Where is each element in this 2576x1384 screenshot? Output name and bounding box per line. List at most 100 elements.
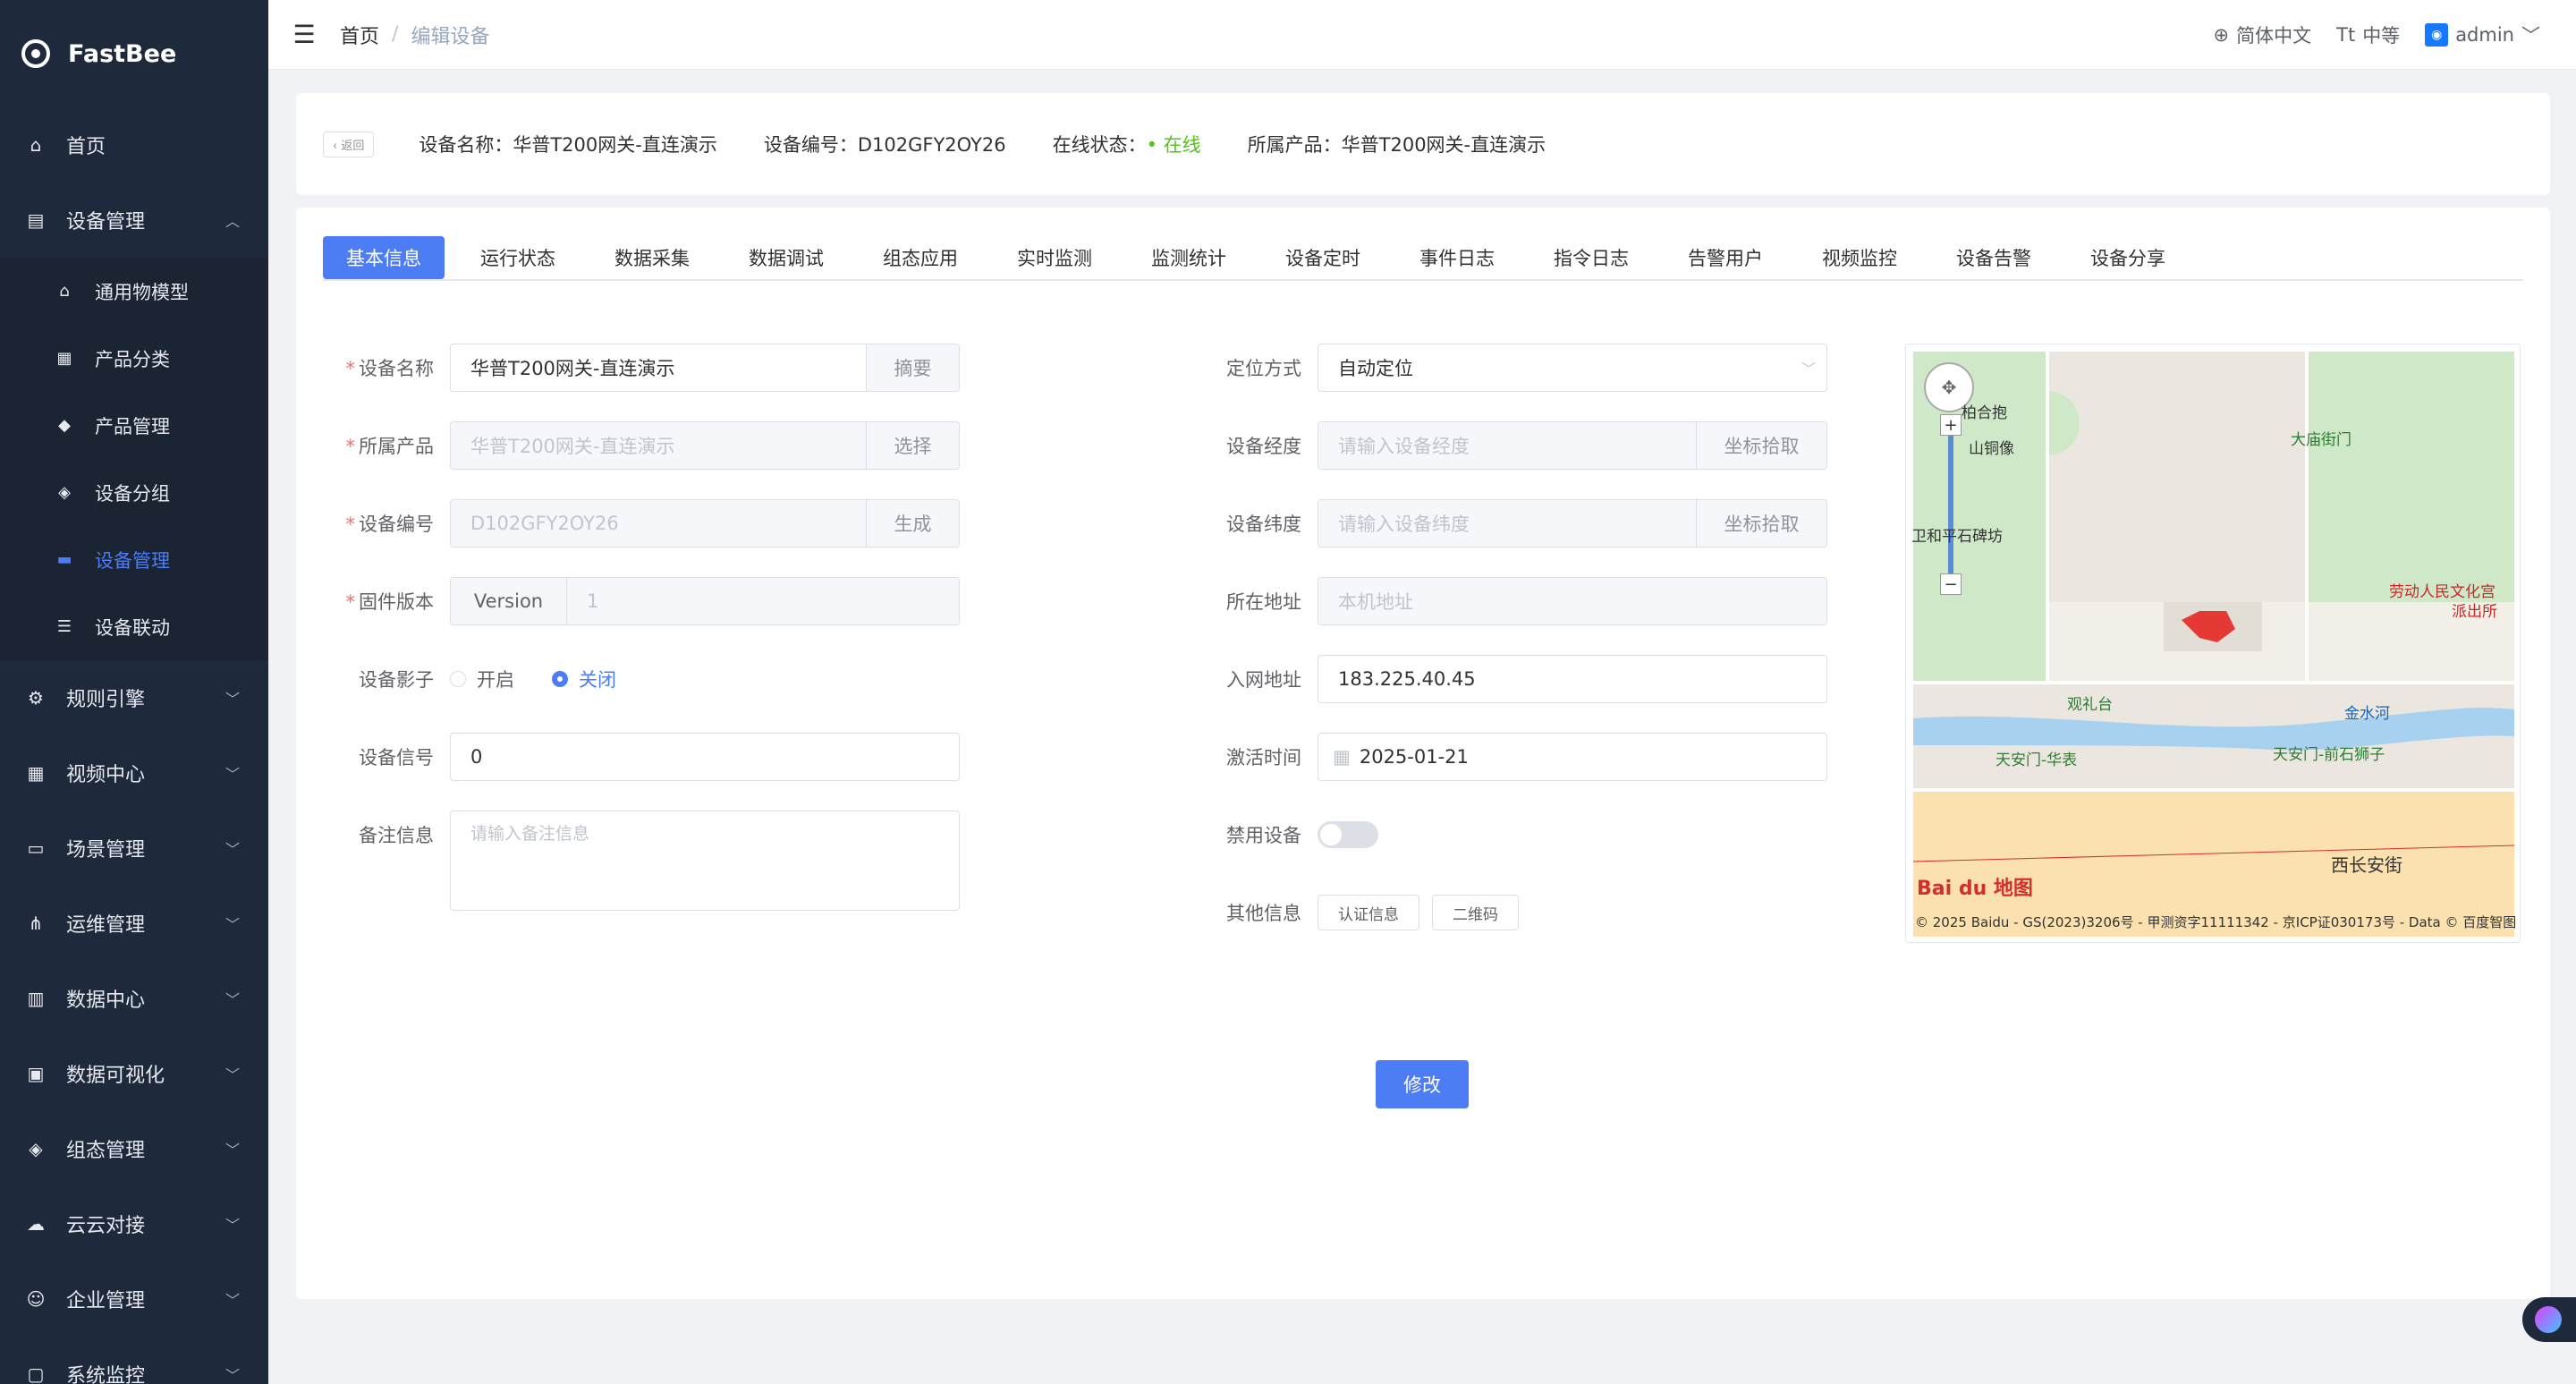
- tab-data-debug[interactable]: 数据调试: [725, 236, 847, 279]
- chevron-down-icon: ﹀: [225, 916, 240, 933]
- auth-info-button[interactable]: 认证信息: [1318, 895, 1419, 930]
- tab-realtime-monitor[interactable]: 实时监测: [994, 236, 1115, 279]
- tab-device-alert[interactable]: 设备告警: [1933, 236, 2055, 279]
- device-code-label: * 设备编号: [345, 514, 435, 535]
- sidebar-item-scene-management[interactable]: ▭ 场景管理 ﹀: [0, 811, 268, 886]
- map-zoom-in-button[interactable]: +: [1940, 414, 1962, 436]
- sidebar-item-video-center[interactable]: ▦ 视频中心 ﹀: [0, 735, 268, 811]
- sidebar-item-label: 运维管理: [66, 914, 146, 937]
- chevron-down-icon: ﹀: [225, 1066, 240, 1083]
- map-zoom-slider[interactable]: [1948, 421, 1953, 573]
- language-switcher[interactable]: ⊕ 简体中文: [2214, 21, 2312, 48]
- network-addr-label: 入网地址: [1226, 669, 1301, 691]
- tab-device-share[interactable]: 设备分享: [2067, 236, 2189, 279]
- row-locate-mode: 定位方式 自动定位 ﹀: [1191, 344, 1827, 392]
- network-addr-input[interactable]: 183.225.40.45: [1318, 656, 1826, 702]
- back-button[interactable]: ‹ 返回: [323, 131, 375, 157]
- signal-input[interactable]: 0: [451, 734, 959, 780]
- app-logo[interactable]: FastBee: [0, 0, 268, 107]
- chevron-down-icon: ﹀: [225, 691, 240, 708]
- sidebar-subitem-product-category[interactable]: ▦ 产品分类: [0, 325, 268, 392]
- firmware-label: * 固件版本: [345, 591, 435, 613]
- row-longitude: 设备经度 请输入设备经度 坐标拾取: [1191, 421, 1827, 470]
- sidebar-subitem-product-management[interactable]: ◆ 产品管理: [0, 392, 268, 459]
- breadcrumb-current: 编辑设备: [411, 25, 490, 48]
- menu-toggle-icon[interactable]: ☰: [268, 20, 340, 49]
- breadcrumb-home[interactable]: 首页: [340, 21, 379, 49]
- address-label: 所在地址: [1226, 591, 1301, 613]
- device-code-input: D102GFY2OY26: [451, 500, 866, 547]
- shadow-on-radio[interactable]: 开启: [450, 666, 514, 692]
- tab-alert-users[interactable]: 告警用户: [1665, 236, 1786, 279]
- sidebar-item-data-center[interactable]: ▥ 数据中心 ﹀: [0, 961, 268, 1036]
- tab-device-timer[interactable]: 设备定时: [1262, 236, 1384, 279]
- device-name-field: 华普T200网关-直连演示 摘要: [450, 344, 960, 392]
- qrcode-button[interactable]: 二维码: [1432, 895, 1519, 930]
- disable-switch[interactable]: [1318, 821, 1378, 848]
- map-copyright: © 2025 Baidu - GS(2023)3206号 - 甲测资字11111…: [1915, 914, 2517, 930]
- tab-command-log[interactable]: 指令日志: [1530, 236, 1652, 279]
- remark-textarea[interactable]: 请输入备注信息: [450, 811, 960, 911]
- model-icon: ⌂: [59, 282, 70, 301]
- pick-latitude-button[interactable]: 坐标拾取: [1696, 500, 1826, 547]
- user-menu[interactable]: ◉ admin ﹀: [2425, 21, 2540, 48]
- sidebar-item-system-monitor[interactable]: ▢ 系统监控 ﹀: [0, 1337, 268, 1384]
- sidebar-item-data-visualization[interactable]: ▣ 数据可视化 ﹀: [0, 1036, 268, 1111]
- locate-mode-select[interactable]: 自动定位 ﹀: [1318, 344, 1827, 392]
- summary-button[interactable]: 摘要: [866, 344, 959, 391]
- locate-mode-value: 自动定位: [1338, 358, 1413, 379]
- sidebar-item-label: 企业管理: [66, 1290, 146, 1312]
- baidu-map-logo: Bai du 地图: [1917, 878, 2033, 900]
- location-map[interactable]: ✥ + − 柏合抱 山铜像 大庙街门 卫和平石碑坊 劳动人民文化宫 派出所 观礼…: [1905, 344, 2521, 943]
- select-product-button[interactable]: 选择: [866, 422, 959, 469]
- pick-longitude-button[interactable]: 坐标拾取: [1696, 422, 1826, 469]
- row-remark: 备注信息 请输入备注信息: [323, 811, 960, 911]
- device-manage-icon: ▬: [56, 550, 72, 569]
- map-zoom-out-button[interactable]: −: [1940, 573, 1962, 595]
- row-other-info: 其他信息 认证信息 二维码: [1191, 888, 1531, 937]
- tab-video-monitor[interactable]: 视频监控: [1799, 236, 1920, 279]
- network-addr-field: 183.225.40.45: [1318, 655, 1827, 703]
- ai-assistant-button[interactable]: [2522, 1297, 2576, 1342]
- generate-code-button[interactable]: 生成: [866, 500, 959, 547]
- latitude-input: 请输入设备纬度: [1318, 500, 1696, 547]
- map-label: 卫和平石碑坊: [1911, 528, 2003, 546]
- firmware-field: Version 1: [450, 577, 960, 625]
- sidebar-item-config-management[interactable]: ◈ 组态管理 ﹀: [0, 1111, 268, 1186]
- tab-config-app[interactable]: 组态应用: [860, 236, 981, 279]
- linkage-icon: ☰: [56, 617, 72, 636]
- sidebar-item-ops-management[interactable]: ⋔ 运维管理 ﹀: [0, 886, 268, 961]
- sidebar-item-cloud-integration[interactable]: ☁ 云云对接 ﹀: [0, 1186, 268, 1261]
- chevron-down-icon: ﹀: [1801, 361, 1816, 378]
- calendar-icon: ▦: [1333, 746, 1351, 768]
- shadow-off-radio[interactable]: 关闭: [552, 666, 616, 692]
- sidebar-subitem-device-manage[interactable]: ▬ 设备管理: [0, 526, 268, 593]
- tab-data-collection[interactable]: 数据采集: [591, 236, 713, 279]
- sidebar-subitem-label: 产品管理: [95, 415, 170, 437]
- sidebar-subitem-generic-model[interactable]: ⌂ 通用物模型: [0, 258, 268, 325]
- sidebar-item-home[interactable]: ⌂ 首页: [0, 107, 268, 183]
- disable-label: 禁用设备: [1226, 825, 1301, 846]
- tab-event-log[interactable]: 事件日志: [1396, 236, 1518, 279]
- chevron-down-icon: ﹀: [225, 841, 240, 858]
- tab-basic-info[interactable]: 基本信息: [323, 236, 445, 279]
- sidebar-item-device-management[interactable]: ▤ 设备管理 ︿: [0, 183, 268, 258]
- avatar: ◉: [2425, 23, 2449, 47]
- latitude-field: 请输入设备纬度 坐标拾取: [1318, 499, 1827, 548]
- sidebar-item-label: 数据可视化: [66, 1065, 165, 1087]
- video-icon: ▦: [27, 762, 45, 784]
- submit-button[interactable]: 修改: [1376, 1060, 1469, 1108]
- chevron-down-icon: ﹀: [225, 1142, 240, 1159]
- font-size-switcher[interactable]: Tt 中等: [2336, 21, 2400, 48]
- ai-assistant-icon: [2535, 1306, 2562, 1333]
- product-field: 华普T200网关-直连演示 选择: [450, 421, 960, 470]
- address-input: 本机地址: [1318, 578, 1826, 624]
- activate-time-picker[interactable]: ▦ 2025-01-21: [1318, 733, 1827, 781]
- sidebar-subitem-device-group[interactable]: ◈ 设备分组: [0, 459, 268, 526]
- device-name-input[interactable]: 华普T200网关-直连演示: [451, 344, 866, 391]
- sidebar-subitem-device-linkage[interactable]: ☰ 设备联动: [0, 593, 268, 660]
- sidebar-item-enterprise-management[interactable]: ☺ 企业管理 ﹀: [0, 1261, 268, 1337]
- sidebar-item-rule-engine[interactable]: ⚙ 规则引擎 ﹀: [0, 660, 268, 735]
- tab-monitor-stats[interactable]: 监测统计: [1128, 236, 1250, 279]
- tab-run-status[interactable]: 运行状态: [457, 236, 579, 279]
